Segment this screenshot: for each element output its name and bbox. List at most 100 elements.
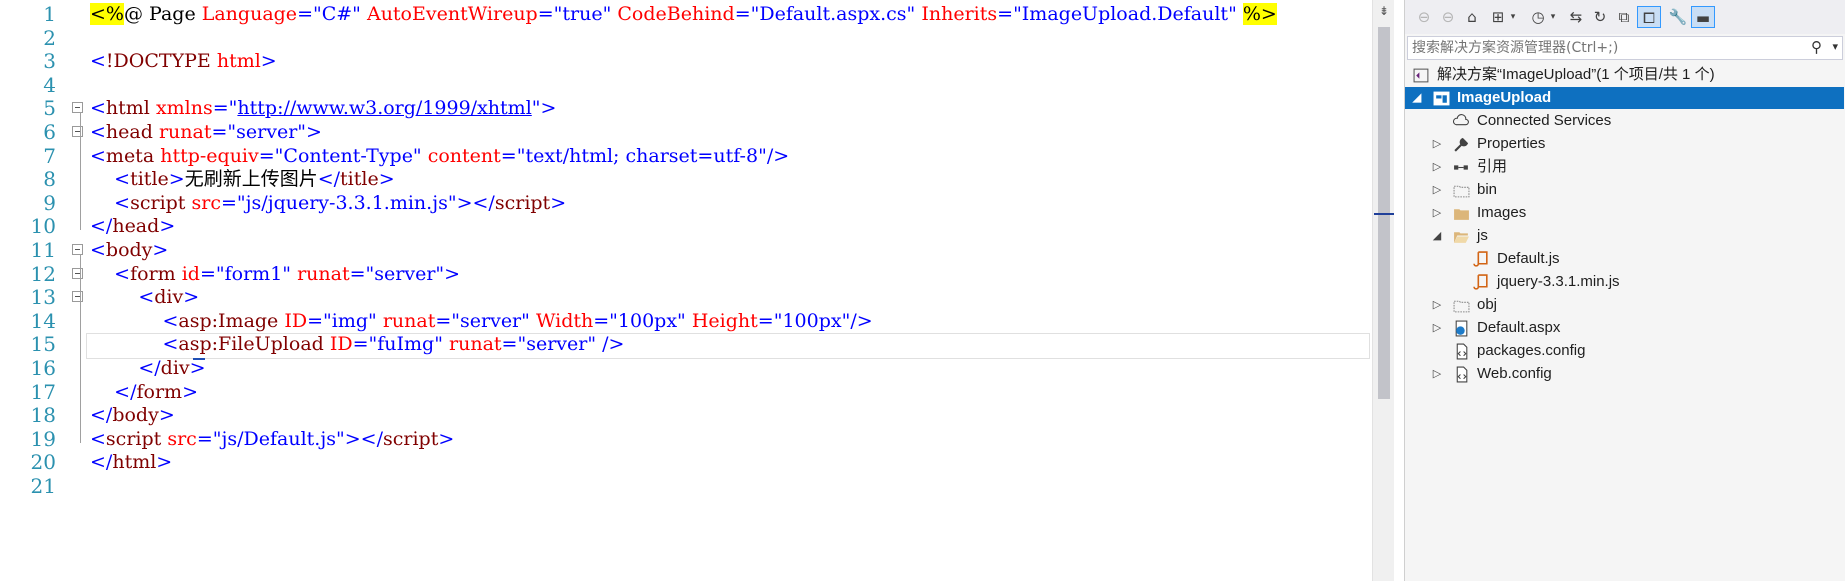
collapsed-arrow-icon[interactable]: ▷ xyxy=(1431,363,1443,385)
tree-item[interactable]: ◢ js xyxy=(1405,225,1844,247)
solution-explorer-toolbar: ⊖ ⊖ ⌂ ⊞ ▾ ◷ ▾ ⇆ ↻ ⧉ ⧠ 🔧 ▬ xyxy=(1405,0,1845,34)
tree-item-label: bin xyxy=(1477,181,1498,198)
tree-item[interactable]: ▷ Properties xyxy=(1405,133,1844,155)
code-token: < xyxy=(114,262,131,285)
properties-wrench-icon[interactable]: 🔧 xyxy=(1667,6,1689,28)
code-token: "true" xyxy=(553,3,612,25)
tree-item[interactable]: ▷ 引用 xyxy=(1405,156,1844,178)
pending-changes-icon[interactable]: ◷ xyxy=(1527,6,1549,28)
collapsed-arrow-icon[interactable]: ▷ xyxy=(1431,156,1443,178)
dropdown-icon[interactable]: ▾ xyxy=(1547,6,1559,28)
dropdown-icon[interactable]: ▾ xyxy=(1507,6,1519,28)
back-icon[interactable]: ⊖ xyxy=(1413,6,1435,28)
tree-item[interactable]: ▷ obj xyxy=(1405,294,1844,316)
collapse-region-icon[interactable] xyxy=(72,267,83,279)
code-token: > xyxy=(156,451,173,474)
code-token: asp:Image xyxy=(178,309,279,332)
tree-item[interactable]: packages.config xyxy=(1405,340,1844,362)
js-file-icon xyxy=(1473,251,1490,267)
code-token: = xyxy=(500,144,517,167)
outline-guide xyxy=(80,112,81,231)
collapsed-arrow-icon[interactable]: ▷ xyxy=(1431,202,1443,224)
search-input[interactable] xyxy=(1408,37,1792,59)
split-window-icon[interactable]: ⇟ xyxy=(1378,4,1390,18)
tree-item[interactable]: ◢ ImageUpload xyxy=(1405,87,1844,109)
line-number: 21 xyxy=(30,474,56,498)
code-token: Width xyxy=(535,309,594,332)
expanded-arrow-icon[interactable]: ◢ xyxy=(1431,225,1443,247)
expanded-arrow-icon[interactable]: ◢ xyxy=(1411,87,1423,109)
code-token: = xyxy=(220,191,237,214)
code-token: runat xyxy=(382,309,436,332)
code-token: < xyxy=(90,427,106,450)
code-token: > xyxy=(444,262,461,285)
code-token: html xyxy=(216,50,261,73)
collapsed-arrow-icon[interactable]: ▷ xyxy=(1431,317,1443,339)
collapsed-arrow-icon[interactable]: ▷ xyxy=(1431,133,1443,155)
code-token: > xyxy=(550,191,567,214)
collapse-region-icon[interactable] xyxy=(72,244,83,255)
tree-item[interactable]: ▷ Web.config xyxy=(1405,363,1844,385)
home-icon[interactable]: ⌂ xyxy=(1461,6,1483,28)
code-token: body xyxy=(105,239,153,261)
js-file-icon xyxy=(1473,274,1490,290)
code-token: </ xyxy=(138,357,161,379)
tree-item[interactable]: Connected Services xyxy=(1405,110,1844,132)
solution-icon xyxy=(1413,67,1430,83)
config-file-icon xyxy=(1453,366,1470,383)
tree-item[interactable]: ▷ bin xyxy=(1405,179,1844,201)
code-token: "server" xyxy=(451,309,530,332)
code-token: form xyxy=(130,262,176,285)
caret-position-marker xyxy=(1374,213,1394,215)
preview-icon[interactable]: ▬ xyxy=(1691,6,1715,28)
code-token: ></ xyxy=(344,427,383,450)
sync-icon[interactable]: ⇆ xyxy=(1565,6,1587,28)
refresh-icon[interactable]: ↻ xyxy=(1589,6,1611,28)
tree-item[interactable]: 解决方案“ImageUpload”(1 个项目/共 1 个) xyxy=(1405,64,1844,86)
tree-item[interactable]: jquery-3.3.1.min.js xyxy=(1405,271,1844,293)
switch-views-icon[interactable]: ⊞ xyxy=(1487,6,1509,28)
code-token: head xyxy=(105,121,153,143)
collapsed-arrow-icon[interactable]: ▷ xyxy=(1431,294,1443,316)
search-options-dropdown-icon[interactable]: ▾ xyxy=(1832,40,1838,53)
code-token: div xyxy=(154,286,184,309)
collapse-region-icon[interactable] xyxy=(72,102,83,114)
code-token: 无刷新上传图片 xyxy=(184,168,318,191)
code-token: = xyxy=(593,309,610,332)
editor-vertical-scrollbar[interactable]: ⇟ xyxy=(1372,0,1394,581)
collapse-all-icon[interactable]: ⧉ xyxy=(1613,6,1635,28)
collapse-region-icon[interactable] xyxy=(72,291,83,303)
code-token: "form1" xyxy=(215,262,292,285)
code-token: Height xyxy=(691,309,758,332)
code-token: ID xyxy=(284,309,308,332)
code-token: @ Page xyxy=(123,3,202,25)
forward-icon[interactable]: ⊖ xyxy=(1437,6,1459,28)
show-all-files-icon[interactable]: ⧠ xyxy=(1637,6,1661,28)
code-token: = xyxy=(196,427,213,450)
code-token: = xyxy=(258,144,275,167)
code-token: > xyxy=(168,168,185,191)
code-token: Inherits xyxy=(921,3,998,25)
code-token: id xyxy=(181,262,200,285)
folder-icon xyxy=(1453,205,1470,221)
code-token: > xyxy=(306,121,322,143)
collapsed-arrow-icon[interactable]: ▷ xyxy=(1431,179,1443,201)
code-editor[interactable]: 1 <%@ Page Language="C#" AutoEventWireup=… xyxy=(0,0,1372,581)
tree-item[interactable]: ▷ Default.aspx xyxy=(1405,317,1844,339)
code-token: !DOCTYPE xyxy=(105,50,211,73)
code-token: /> xyxy=(850,309,873,332)
code-line[interactable]: 21 xyxy=(0,472,1372,500)
code-token: script xyxy=(382,427,439,450)
collapse-region-icon[interactable] xyxy=(72,126,83,137)
folder-open-icon xyxy=(1453,228,1470,244)
solution-explorer-search[interactable]: ⚲ ▾ xyxy=(1407,36,1843,60)
tree-item[interactable]: Default.js xyxy=(1405,248,1844,270)
search-icon[interactable]: ⚲ xyxy=(1811,38,1822,56)
tree-item[interactable]: ▷ Images xyxy=(1405,202,1844,224)
code-token: div xyxy=(160,357,190,379)
references-icon xyxy=(1453,159,1470,175)
